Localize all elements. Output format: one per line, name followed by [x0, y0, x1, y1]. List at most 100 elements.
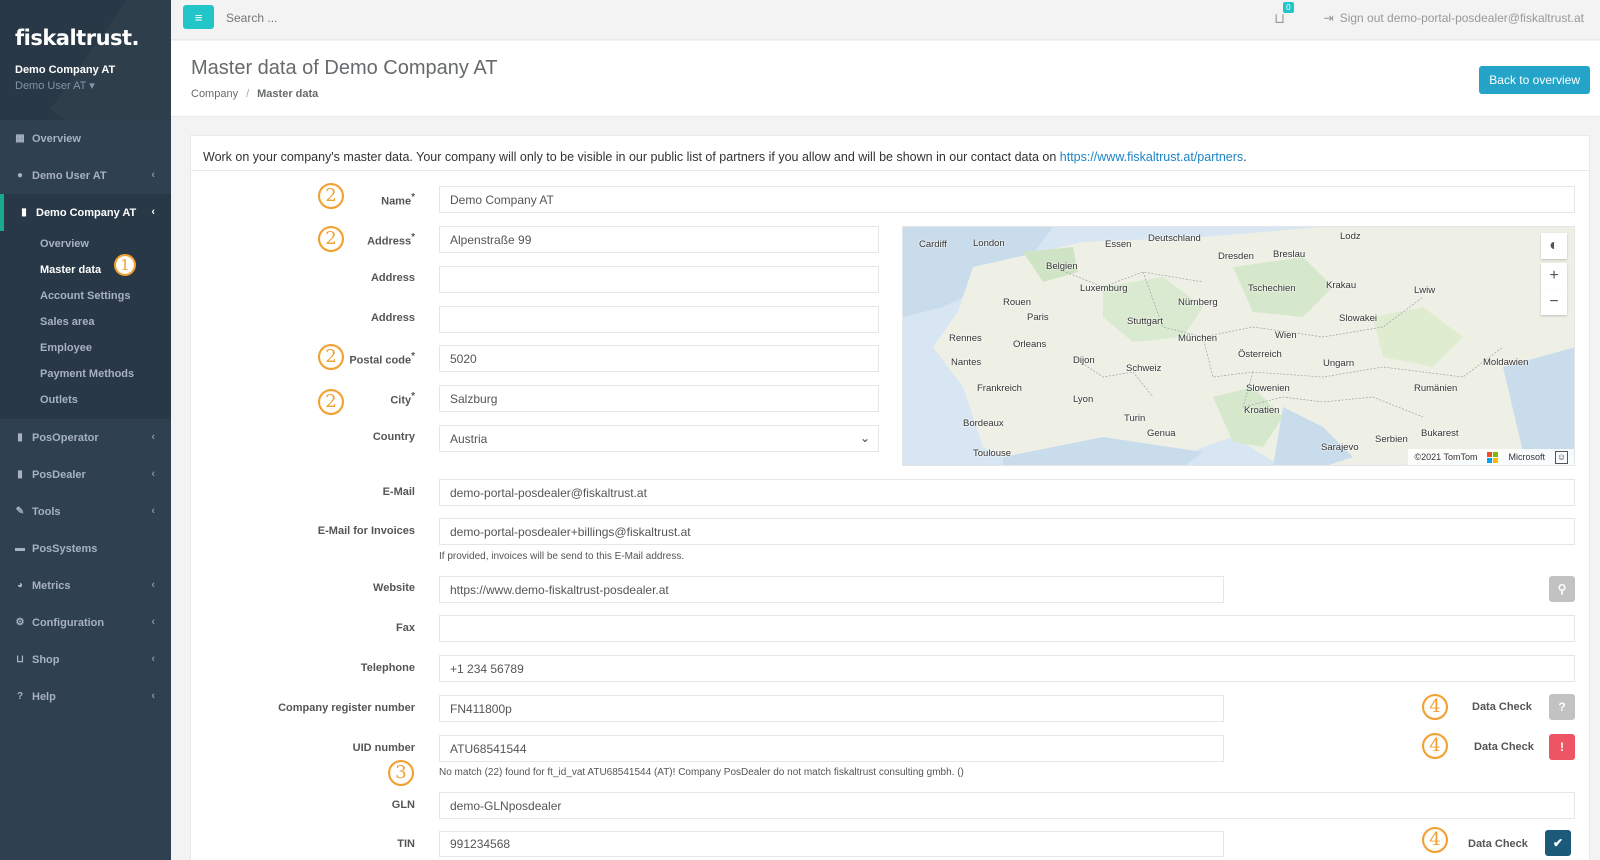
subnav-item-master-data[interactable]: Master data: [0, 257, 171, 283]
map-label: Slowakei: [1339, 313, 1378, 324]
map-label: Stuttgart: [1127, 316, 1163, 327]
sidebar-user-dropdown[interactable]: Demo User AT ▾: [15, 79, 156, 92]
email-input[interactable]: demo-portal-posdealer@fiskaltrust.at: [439, 479, 1575, 506]
sidebar-item-tools[interactable]: ✎ Tools ‹: [0, 493, 171, 530]
sidebar-item-demo-user[interactable]: ● Demo User AT ‹: [0, 157, 171, 194]
data-check-register-button[interactable]: ?: [1549, 694, 1575, 720]
chevron-left-icon: ‹: [151, 653, 155, 665]
address-label: Address*: [367, 232, 415, 248]
map-label: München: [1178, 333, 1218, 344]
postal-code-input[interactable]: 5020: [439, 345, 879, 372]
map-label: Paris: [1027, 312, 1049, 323]
map-label: Nürnberg: [1178, 297, 1218, 308]
sidebar-item-label: Overview: [32, 132, 81, 145]
subnav-item-overview[interactable]: Overview: [0, 231, 171, 257]
map-label: Rouen: [1003, 297, 1031, 308]
annotation-marker-3: 3: [388, 760, 414, 786]
sidebar-item-possystems[interactable]: ▬ PosSystems: [0, 530, 171, 567]
partners-link[interactable]: https://www.fiskaltrust.at/partners: [1060, 150, 1243, 164]
tin-input[interactable]: 991234568: [439, 831, 1224, 857]
subnav-item-sales-area[interactable]: Sales area: [0, 309, 171, 335]
fax-input[interactable]: [439, 615, 1575, 642]
annotation-marker-4: 4: [1422, 733, 1448, 759]
annotation-marker-2: 2: [318, 344, 344, 370]
chevron-left-icon: ‹: [151, 690, 155, 702]
country-select[interactable]: Austria ⌄: [439, 425, 879, 452]
building-icon: ▮: [17, 432, 23, 443]
subnav-item-account-settings[interactable]: Account Settings: [0, 283, 171, 309]
map-label: Dresden: [1218, 251, 1254, 262]
tomtom-attribution: ©2021 TomTom: [1414, 452, 1478, 462]
uid-number-input[interactable]: ATU68541544: [439, 735, 1224, 762]
uid-number-validation-message: No match (22) found for ft_id_vat ATU685…: [439, 767, 964, 778]
breadcrumb-company[interactable]: Company: [191, 88, 238, 100]
map-label: Genua: [1147, 428, 1176, 439]
map-compass-button[interactable]: ◐: [1541, 233, 1567, 259]
back-to-overview-button[interactable]: Back to overview: [1479, 66, 1590, 94]
company-register-label: Company register number: [278, 702, 415, 714]
sidebar-item-shop[interactable]: ⊔ Shop ‹: [0, 641, 171, 678]
cart-button[interactable]: ⊔ 0: [1274, 2, 1294, 27]
sidebar-item-posoperator[interactable]: ▮ PosOperator ‹: [0, 419, 171, 456]
sidebar-item-label: PosSystems: [32, 542, 98, 555]
chevron-left-icon: ‹: [151, 616, 155, 628]
map-background: [903, 227, 1574, 465]
link-icon: ⚲: [1557, 582, 1567, 596]
sidebar-item-demo-company[interactable]: ▮ Demo Company AT ‹: [0, 194, 171, 231]
address-line-1-input[interactable]: Alpenstraße 99: [439, 226, 879, 253]
subnav-item-employee[interactable]: Employee: [0, 335, 171, 361]
question-icon: ?: [1558, 700, 1566, 714]
annotation-marker-2: 2: [318, 183, 344, 209]
map-label: Tschechien: [1248, 283, 1296, 294]
website-label: Website: [373, 582, 415, 594]
sidebar-item-help[interactable]: ? Help ‹: [0, 678, 171, 715]
chevron-left-icon: ‹: [151, 579, 155, 591]
sidebar-nav-lower: ▮ PosOperator ‹ ▮ PosDealer ‹ ✎ Tools ‹ ▬ PosSy…: [0, 419, 171, 715]
city-input[interactable]: Salzburg: [439, 385, 879, 412]
data-check-tin-button[interactable]: ✔: [1545, 830, 1571, 856]
address-line-3-input[interactable]: [439, 306, 879, 333]
sidebar-item-posdealer[interactable]: ▮ PosDealer ‹: [0, 456, 171, 493]
map-zoom-in-button[interactable]: +: [1541, 263, 1567, 289]
menu-toggle-button[interactable]: ≡: [183, 5, 214, 29]
tin-label: TIN: [397, 838, 415, 850]
subnav-item-outlets[interactable]: Outlets: [0, 387, 171, 413]
sidebar-item-metrics[interactable]: ◕ Metrics ‹: [0, 567, 171, 604]
subnav-item-payment-methods[interactable]: Payment Methods: [0, 361, 171, 387]
data-check-uid-button[interactable]: !: [1549, 734, 1575, 760]
website-input[interactable]: https://www.demo-fiskaltrust-posdealer.a…: [439, 576, 1224, 603]
checkmark-icon: ✔: [1552, 836, 1564, 850]
address-line-2-input[interactable]: [439, 266, 879, 293]
gln-input[interactable]: demo-GLNposdealer: [439, 792, 1575, 819]
cart-count-badge: 0: [1283, 2, 1294, 13]
map-label: Deutschland: [1148, 233, 1201, 244]
address-2-label: Address: [370, 272, 415, 284]
chevron-left-icon: ‹: [151, 468, 155, 480]
map-label: Turin: [1124, 413, 1146, 424]
email-invoices-input[interactable]: demo-portal-posdealer+billings@fiskaltru…: [439, 518, 1575, 545]
telephone-label: Telephone: [360, 662, 415, 674]
map-label: Breslau: [1273, 249, 1306, 260]
search-input[interactable]: [226, 11, 526, 25]
sign-out-link[interactable]: ⇥ Sign out demo-portal-posdealer@fiskalt…: [1324, 11, 1584, 25]
sidebar-item-label: Demo Company AT: [36, 206, 137, 219]
company-register-input[interactable]: FN411800p: [439, 695, 1224, 722]
name-input[interactable]: Demo Company AT: [439, 186, 1575, 213]
open-website-button[interactable]: ⚲: [1549, 576, 1575, 602]
sidebar-item-overview[interactable]: ▦ Overview: [0, 120, 171, 157]
sidebar-item-configuration[interactable]: ⚙ Configuration ‹: [0, 604, 171, 641]
sidebar-item-label: Help: [32, 690, 56, 703]
uid-number-label: UID number: [352, 742, 415, 754]
sidebar-item-label: Metrics: [32, 579, 71, 592]
map-zoom-out-button[interactable]: −: [1541, 289, 1567, 315]
sign-out-label: Sign out demo-portal-posdealer@fiskaltru…: [1339, 11, 1584, 25]
email-invoices-help: If provided, invoices will be send to th…: [439, 551, 685, 562]
intro-text: Work on your company's master data. Your…: [191, 136, 1589, 171]
annotation-marker-4: 4: [1422, 827, 1448, 853]
feedback-icon[interactable]: ☺: [1555, 450, 1568, 464]
basket-icon: ⊔: [16, 654, 24, 665]
building-icon: ▮: [17, 469, 23, 480]
location-map[interactable]: Cardiff London Essen Deutschland Lodz Dr…: [902, 226, 1575, 466]
email-invoices-label: E-Mail for Invoices: [317, 525, 415, 537]
telephone-input[interactable]: +1 234 56789: [439, 655, 1575, 682]
